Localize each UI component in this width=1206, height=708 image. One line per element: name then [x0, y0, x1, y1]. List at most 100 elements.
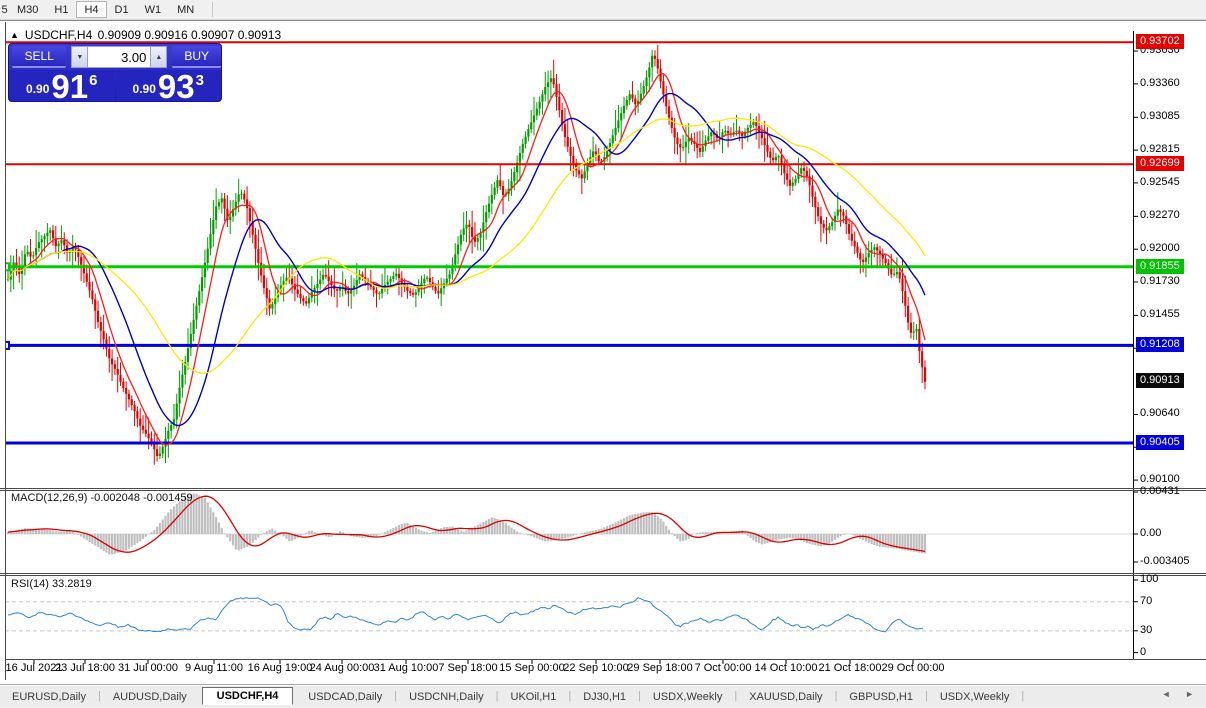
- macd-axis-label: 0.00: [1140, 527, 1202, 539]
- time-tick-label: 23 Jul 18:00: [55, 662, 115, 674]
- price-tick-0.90100: 0.90100: [1140, 473, 1180, 485]
- ma-line-fast: [8, 74, 925, 445]
- buy-price[interactable]: 0.90933: [116, 70, 222, 101]
- time-tick-label: 16 Aug 19:00: [248, 662, 313, 674]
- sell-price-pip: 6: [89, 72, 97, 89]
- time-tick-label: 21 Oct 18:00: [819, 662, 882, 674]
- buy-price-prefix: 0.90: [133, 82, 156, 96]
- price-badge-0.91208: 0.91208: [1136, 337, 1184, 352]
- buy-price-pip: 3: [196, 72, 204, 89]
- chart-tab-usdcad-daily[interactable]: USDCAD,Daily: [296, 688, 394, 705]
- price-badge-0.91855: 0.91855: [1136, 259, 1184, 274]
- price-tick-0.91730: 0.91730: [1140, 275, 1180, 287]
- mt4-app: 5M30H1H4D1W1MN ▲ USDCHF,H4 0.90909 0.9091…: [0, 0, 1206, 708]
- chart-tab-usdx-weekly[interactable]: USDX,Weekly: [928, 688, 1021, 705]
- ma-line-medium: [8, 94, 925, 426]
- price-tick-0.93085: 0.93085: [1140, 110, 1180, 122]
- volume-decrease-button[interactable]: ▼: [71, 46, 88, 68]
- tab-scroll-arrows[interactable]: ◄ ►: [1162, 689, 1200, 699]
- volume-down-icon: ▼: [76, 54, 83, 61]
- time-tick-label: 29 Oct 00:00: [882, 662, 945, 674]
- time-tick-label: 9 Aug 11:00: [185, 662, 243, 674]
- rsi-axis-label: 100: [1140, 573, 1202, 585]
- rsi-axis-label: 70: [1140, 595, 1202, 607]
- price-tick-0.93360: 0.93360: [1140, 77, 1180, 89]
- volume-increase-button[interactable]: ▲: [150, 46, 167, 68]
- chart-tab-ukoil-h1[interactable]: UKOil,H1: [499, 688, 569, 705]
- sell-price-prefix: 0.90: [26, 82, 49, 96]
- rsi-axis-label: 0: [1140, 646, 1202, 658]
- collapse-panel-icon[interactable]: ▲: [10, 30, 19, 40]
- chart-title: ▲ USDCHF,H4 0.90909 0.90916 0.90907 0.909…: [10, 28, 283, 42]
- timeframe-button-m30[interactable]: M30: [9, 1, 46, 18]
- chart-tab-eurusd-daily[interactable]: EURUSD,Daily: [0, 688, 98, 705]
- price-tick-0.91455: 0.91455: [1140, 308, 1180, 320]
- trade-prices-row: 0.90916 0.90933: [9, 70, 221, 101]
- chart-symbol-label: USDCHF,H4: [25, 28, 92, 42]
- price-badge-0.93702: 0.93702: [1136, 34, 1184, 49]
- main-price-pane[interactable]: [2, 42, 1133, 464]
- macd-signal-line: [8, 496, 925, 552]
- time-tick-label: 15 Sep 00:00: [499, 662, 564, 674]
- time-tick-label: 14 Oct 10:00: [755, 662, 818, 674]
- chart-canvas[interactable]: [0, 21, 1206, 684]
- trade-controls-row: SELL ▼ ▲ BUY: [9, 44, 221, 70]
- timeframe-toolbar: 5M30H1H4D1W1MN: [0, 0, 1206, 20]
- timeframe-button-d1[interactable]: D1: [107, 1, 137, 18]
- rsi-line: [8, 598, 923, 632]
- timeframe-button-h1[interactable]: H1: [46, 1, 76, 18]
- time-tick-label: 29 Sep 18:00: [627, 662, 692, 674]
- time-tick-label: 31 Aug 10:00: [374, 662, 439, 674]
- time-tick-label: 24 Aug 00:00: [310, 662, 375, 674]
- rsi-axis-label: 30: [1140, 624, 1202, 636]
- toolbar-separator: [212, 2, 213, 17]
- time-tick-label: 7 Oct 00:00: [695, 662, 752, 674]
- chart-tab-usdcnh-daily[interactable]: USDCNH,Daily: [397, 688, 496, 705]
- price-tick-0.92815: 0.92815: [1140, 143, 1180, 155]
- chart-tab-audusd-daily[interactable]: AUDUSD,Daily: [101, 688, 199, 705]
- rsi-indicator-label: RSI(14) 33.2819: [11, 578, 92, 590]
- buy-price-big: 93: [158, 73, 195, 101]
- macd-axis-label: 0.00431: [1140, 485, 1202, 497]
- sell-price-big: 91: [51, 73, 88, 101]
- macd-axis-label: -0.003405: [1140, 555, 1202, 567]
- macd-indicator-label: MACD(12,26,9) -0.002048 -0.001459: [11, 492, 193, 504]
- tab-separator: |: [1021, 690, 1024, 702]
- price-tick-0.92545: 0.92545: [1140, 176, 1180, 188]
- chart-tab-bar: EURUSD,Daily|AUDUSD,Daily|USDCHF,H4|USDC…: [0, 684, 1206, 707]
- volume-input[interactable]: [88, 46, 150, 68]
- time-tick-label: 31 Jul 00:00: [118, 662, 178, 674]
- chart-tab-xauusd-daily[interactable]: XAUUSD,Daily: [737, 688, 834, 705]
- chart-tab-dj30-h1[interactable]: DJ30,H1: [571, 688, 638, 705]
- chart-tab-usdx-weekly[interactable]: USDX,Weekly: [641, 688, 734, 705]
- sell-price[interactable]: 0.90916: [9, 70, 115, 101]
- volume-up-icon: ▲: [155, 54, 162, 61]
- price-badge-0.92699: 0.92699: [1136, 156, 1184, 171]
- time-tick-label: 16 Jul 2021: [6, 662, 63, 674]
- bearish-candle-wicks: [16, 45, 925, 465]
- price-tick-0.90640: 0.90640: [1140, 407, 1180, 419]
- price-tick-0.92000: 0.92000: [1140, 242, 1180, 254]
- timeframe-button-5[interactable]: 5: [0, 1, 9, 18]
- one-click-trading-panel: SELL ▼ ▲ BUY 0.90916 0.90933: [8, 43, 222, 102]
- chart-tab-gbpusd-h1[interactable]: GBPUSD,H1: [837, 688, 925, 705]
- chart-ohlc-label: 0.90909 0.90916 0.90907 0.90913: [98, 28, 282, 42]
- price-badge-0.90405: 0.90405: [1136, 435, 1184, 450]
- bullish-candle-wicks: [8, 50, 917, 463]
- rsi-pane[interactable]: [5, 598, 1133, 632]
- time-tick-label: 22 Sep 10:00: [563, 662, 628, 674]
- time-tick-label: 7 Sep 18:00: [438, 662, 497, 674]
- chart-window: ▲ USDCHF,H4 0.90909 0.90916 0.90907 0.909…: [0, 20, 1206, 684]
- sell-button[interactable]: SELL: [12, 46, 66, 68]
- price-tick-0.92270: 0.92270: [1140, 209, 1180, 221]
- bearish-candle-bodies: [16, 56, 925, 456]
- timeframe-button-mn[interactable]: MN: [169, 1, 202, 18]
- volume-stepper: ▼ ▲: [71, 46, 167, 68]
- chart-tab-usdchf-h4[interactable]: USDCHF,H4: [202, 687, 294, 705]
- timeframe-button-h4[interactable]: H4: [76, 1, 106, 18]
- timeframe-button-w1[interactable]: W1: [137, 1, 170, 18]
- bullish-candle-bodies: [8, 56, 917, 456]
- ma-line-slow: [8, 118, 925, 373]
- current-price-badge: 0.90913: [1136, 373, 1184, 388]
- buy-button[interactable]: BUY: [172, 46, 221, 68]
